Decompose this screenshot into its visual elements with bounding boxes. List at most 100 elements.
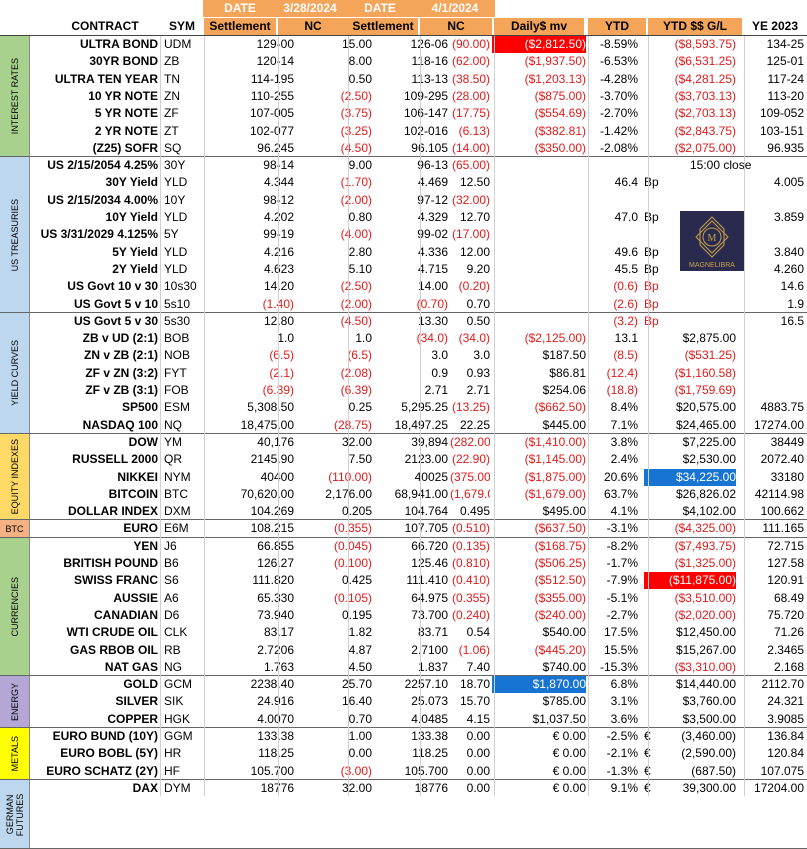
table-row[interactable]: ZF v ZB (3:1) FOB (6.39) (6.39) 2.71 2.71 $254… [30,382,807,399]
table-row[interactable]: ULTRA BOND UDM 129-00 15.00 126-06 (90.00) ($2… [30,36,807,53]
cell-s2: 113-13 [411,71,448,86]
cell-sym: TN [164,71,180,86]
cell-nc1: (3.25) [340,123,372,138]
cell-s2: 73.700 [411,607,448,622]
cell-sym: ZN [164,88,180,103]
cell-gl: ($3,310.00) [674,659,736,674]
col-header[interactable]: NC [278,18,348,35]
cell-contract: 10Y Yield [105,210,158,224]
table-row[interactable]: GOLD GCM 2238.40 25.70 2257.10 18.70 $1,870.00… [30,676,807,694]
cell-gl: $15,267.00 [675,642,736,657]
logo-text: MAGNELIBRA [689,262,735,269]
cell-s1: 70,620.00 [240,486,294,501]
table-row[interactable]: COPPER HGK 4.0070 0.70 4.0485 4.15 $1,037.50 3.… [30,711,807,728]
table-row[interactable]: EURO BUND (10Y) GGM 133.38 1.00 133.38 0.00 € … [30,728,807,745]
cell-nc1: 32.00 [341,434,372,449]
cell-gl: ($1,160.58) [674,365,736,380]
table-row[interactable]: GAS RBOB OIL RB 2.7206 4.87 2.7100 (1.06) ($44… [30,642,807,659]
table-row[interactable]: DOW YM 40,176 32.00 39,894(282.00) ($1,410.00… [30,434,807,451]
table-row[interactable]: US Govt 5 v 30 5s30 12.80 (4.50) 13.30 0.50 (3… [30,313,807,330]
cell-s1: 104.269 [250,504,294,519]
col-header[interactable]: Settlement [204,18,276,35]
table-row[interactable]: EURO E6M 108.215 (0.355) 107.705 (0.510) ($637… [30,520,807,537]
cell-gl: ($7,493.75) [674,538,736,553]
cell-sym: ZT [164,123,179,138]
cell-daily: ($662.50) [534,400,586,415]
col-header[interactable]: CONTRACT [30,18,180,35]
table-row[interactable]: SWISS FRANC S6 111.820 0.425 111.410 (0.410) (… [30,572,807,590]
table-row[interactable]: EURO SCHATZ (2Y) HF 105.700 (3.00) 105.700 0.… [30,763,807,780]
table-row[interactable]: 5 YR NOTE ZF 107-005 (3.75) 106-147 (17.75) ($… [30,105,807,122]
col-header[interactable]: Daily$ mv [494,18,584,35]
table-row[interactable]: 2 YR NOTE ZT 102-077 (3.25) 102-016 (6.13) ($3… [30,123,807,140]
table-row[interactable]: ZN v ZB (2:1) NOB (6.5) (6.5) 3.0 3.0 $187.50 (… [30,347,807,364]
col-header[interactable]: NC [420,18,492,35]
cell-ytd: -2.08% [599,140,638,155]
cell-eur: € [644,745,658,762]
table-row[interactable]: 30YR BOND ZB 120-14 8.00 118-16 (62.00) ($1,93… [30,53,807,70]
table-row[interactable]: WTI CRUDE OIL CLK 83.17 1.82 83.71 0.54 $540.0… [30,624,807,641]
table-row[interactable]: 10 YR NOTE ZN 110-255 (2.50) 109-295 (28.00) (… [30,88,807,105]
cell-ytd: -15.3% [599,659,638,674]
table-row[interactable]: 30Y Yield YLD 4.344 (1.70) 4.469 12.50 46.4 4.0… [30,174,807,191]
cell-contract: COPPER [107,711,158,726]
table-row[interactable]: RUSSELL 2000 QR 2145.90 7.50 2123.00 (22.90) (… [30,451,807,468]
col-header[interactable]: YTD [588,18,646,35]
cell-daily [492,157,586,174]
cell-ytd: 6.8% [610,677,638,692]
table-row[interactable]: US Govt 10 v 30 10s30 14.20 (2.50) 14.00 (0.2… [30,278,807,295]
cell-nc1: (1.70) [340,175,372,190]
cell-nc2: 9.20 [466,261,490,276]
cell-nc2: (1.06) [458,642,490,657]
table-row[interactable]: DAX DYM 18776 32.00 18776 0.00 € 0.00 9.1% 39,30… [30,780,807,797]
table-row[interactable]: SILVER SIK 24.916 16.40 25.073 15.70 $785.00 3.… [30,693,807,710]
cell-nc2: 12.00 [459,244,490,259]
cell-nc2: (14.00) [451,140,490,155]
table-row[interactable]: SP500 ESM 5,308.50 0.25 5,295.25 (13.25) ($662… [30,399,807,416]
table-row[interactable]: NIKKEI NYM 40400 (110.00) 40025(375.00) ($1,8… [30,468,807,486]
cell-nc2: (1,679.00) [450,486,490,501]
table-row[interactable]: DOLLAR INDEX DXM 104.269 0.205 104.764 0.495 $… [30,503,807,520]
cell-nc2: (28.00) [451,88,490,103]
col-header[interactable]: YE 2023 [744,18,806,35]
cell-sym: SIK [164,694,184,709]
cell-ye [738,330,804,347]
cell-ye: 2.168 [773,659,804,674]
table-row[interactable]: BRITISH POUND B6 126.27 (0.100) 125.46 (0.810… [30,555,807,572]
table-row[interactable]: US 2/15/2054 4.25% 30Y 98-14 9.00 96-13(65.0… [30,157,807,174]
table-row[interactable]: US Govt 5 v 10 5s10 (1.40) (2.00) (0.70) 0.70… [30,296,807,313]
cell-gl: ($2,020.00) [674,607,736,622]
cell-s1: 1.0 [277,331,294,346]
cell-daily: ($875.00) [534,88,586,103]
table-row[interactable]: US 2/15/2034 4.00% 10Y 98-12 (2.00) 97-12(32… [30,192,807,209]
table-row[interactable]: ZB v UD (2:1) BOB 1.0 1.0 (34.0) (34.0) ($2,12… [30,330,807,347]
cell-ye: 3.859 [773,210,804,224]
table-row[interactable]: AUSSIE A6 65.330 (0.105) 64.975 (0.355) ($355.… [30,590,807,607]
cell-s1: 118.25 [258,746,294,761]
table-row[interactable]: CANADIAN D6 73.940 0.195 73.700 (0.240) ($240.… [30,607,807,624]
cell-gl: ($11,875.00) [644,572,736,590]
table-row[interactable]: BITCOIN BTC 70,620.00 2,176.00 68,941.00(1,6… [30,486,807,503]
col-header[interactable]: YTD $$ G/L [648,18,742,35]
cell-s1: 65.330 [257,590,294,605]
table-row[interactable]: ULTRA TEN YEAR TN 114-195 0.50 113-13 (38.50)… [30,71,807,88]
cell-sym: ZF [164,106,179,121]
table-row[interactable]: NAT GAS NG 1.763 4.50 1.837 7.40 $740.00 -15.3%… [30,659,807,676]
table-row[interactable]: NASDAQ 100 NQ 18,475.00 (28.75) 18,497.25 22.… [30,417,807,434]
cell-gl: $14,440.00 [675,677,736,692]
cell-nc2: 0.70 [466,296,490,311]
col-header[interactable]: Settlement [348,18,418,35]
cell-nc1: (4.50) [340,140,372,155]
cell-sym: ZB [164,54,180,69]
cell-daily: $187.50 [542,348,586,363]
cell-s1: (1.40) [204,296,294,313]
table-row[interactable]: EURO BOBL (5Y) HR 118.25 0.00 118.25 0.00 € 0.… [30,745,807,762]
col-header[interactable]: SYM [160,18,204,35]
cell-s2: (34.0) [416,331,448,346]
cell-sym: SQ [164,140,182,155]
cell-s1: 4.344 [204,174,294,191]
table-row[interactable]: (Z25) SOFR SQ 96.245 (4.50) 96.105 (14.00) ($3… [30,140,807,157]
cell-nc2: (282.00) [450,434,490,449]
table-row[interactable]: YEN J6 66.855 (0.045) 66.720 (0.135) ($168.75)… [30,538,807,555]
table-row[interactable]: ZF v ZN (3:2) FYT (2.1) (2.08) 0.9 0.93 $86.81… [30,365,807,382]
